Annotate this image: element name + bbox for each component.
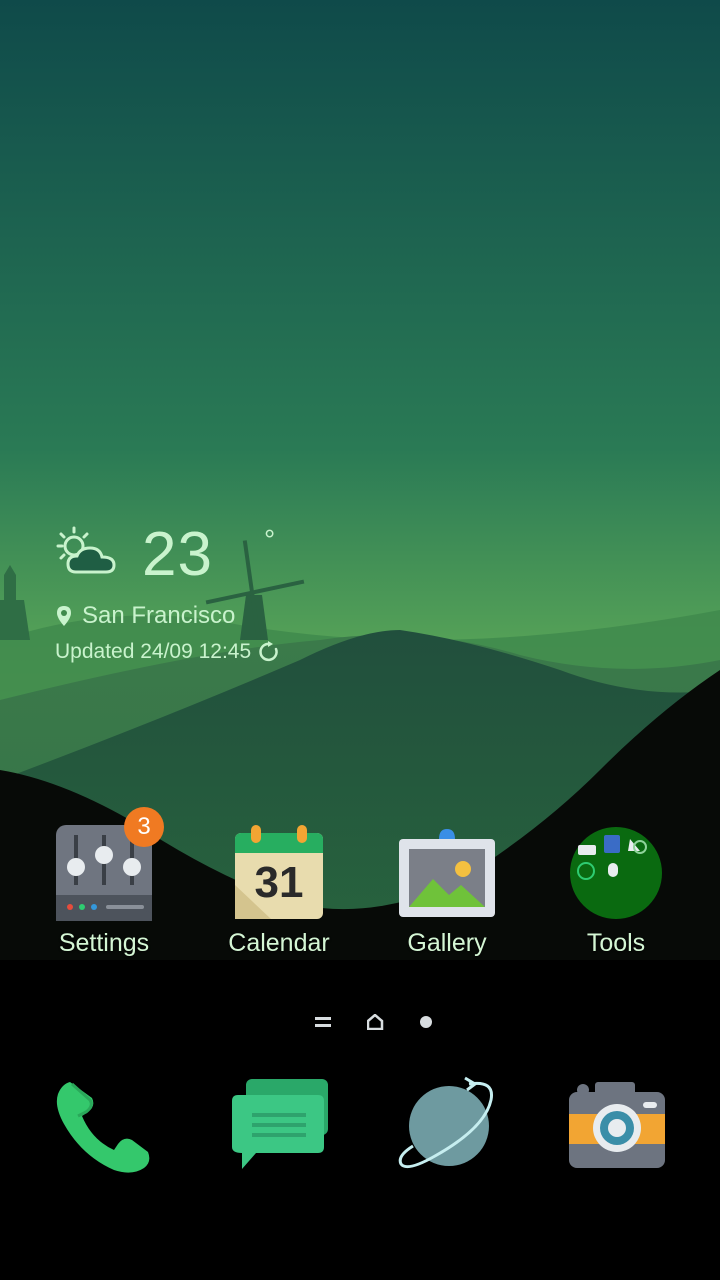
camera-icon [569, 1082, 665, 1168]
location-row: San Francisco [56, 602, 235, 630]
menu-page-icon[interactable] [315, 1015, 333, 1029]
calendar-icon: 31 [231, 825, 327, 921]
dock-phone[interactable] [48, 1070, 158, 1180]
calendar-day: 31 [255, 858, 304, 907]
messages-icon [232, 1079, 328, 1169]
browser-icon [398, 1076, 494, 1169]
app-calendar[interactable]: 31 Calendar [209, 825, 349, 958]
temperature-value: 23 [142, 520, 213, 589]
page-dot-icon[interactable] [419, 1015, 433, 1029]
gallery-icon [399, 825, 495, 921]
refresh-icon[interactable] [259, 641, 281, 663]
app-label-gallery: Gallery [407, 929, 487, 957]
updated-text: Updated 24/09 12:45 [55, 640, 252, 663]
dock-browser[interactable] [395, 1072, 505, 1182]
updated-row: Updated 24/09 12:45 [55, 640, 281, 664]
phone-icon [56, 1082, 150, 1173]
notification-badge: 3 [124, 807, 164, 847]
page-indicator [0, 1010, 720, 1034]
app-tools-folder[interactable]: Tools [546, 825, 686, 958]
app-label-settings: Settings [58, 929, 150, 957]
location-pin-icon [57, 606, 71, 626]
dock-camera[interactable] [565, 1078, 675, 1188]
home-page-icon[interactable] [367, 1014, 385, 1030]
app-label-calendar: Calendar [228, 929, 330, 957]
settings-icon: 3 [56, 807, 164, 921]
partly-sunny-icon [56, 526, 116, 574]
location-name: San Francisco [82, 602, 236, 629]
app-settings[interactable]: 3 Settings [34, 807, 174, 958]
app-label-tools: Tools [586, 929, 646, 957]
tools-folder-icon [568, 825, 664, 921]
dock-messages[interactable] [228, 1075, 338, 1185]
temperature-unit: ° [264, 524, 276, 555]
app-gallery[interactable]: Gallery [377, 825, 517, 958]
